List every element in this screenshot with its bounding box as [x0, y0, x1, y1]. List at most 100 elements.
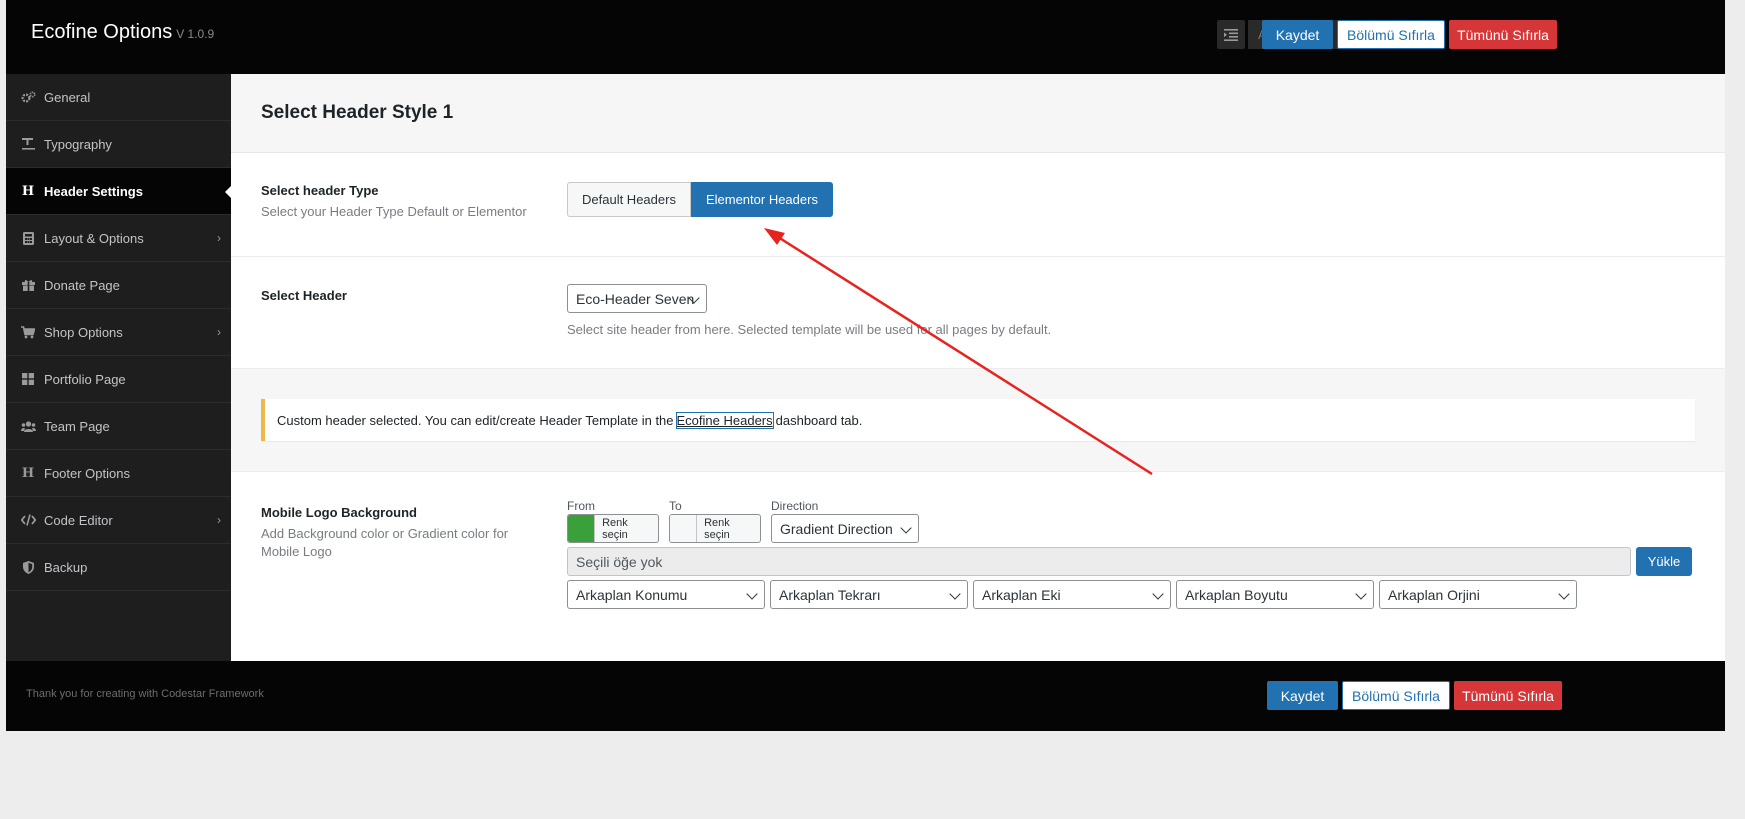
top-header-bar: Ecofine OptionsV 1.0.9 Kaydet Bölümü Sıf… — [6, 0, 1725, 74]
field-label: Mobile Logo Background — [261, 505, 417, 520]
field-label: Select header Type — [261, 183, 379, 198]
sidebar-item-label: Portfolio Page — [44, 371, 126, 387]
sidebar-item-typography[interactable]: Typography — [6, 121, 231, 168]
chevron-down-icon — [1152, 588, 1164, 600]
expand-all-button[interactable] — [1217, 20, 1245, 49]
upload-button[interactable]: Yükle — [1636, 547, 1692, 576]
direction-label: Direction — [771, 499, 819, 513]
field-select-header: Select Header Eco-Header Seven Select si… — [231, 257, 1725, 369]
calculator-icon — [20, 230, 36, 246]
chevron-down-icon — [1558, 588, 1570, 600]
sidebar-item-code-editor[interactable]: Code Editor › — [6, 497, 231, 544]
sidebar-item-label: Team Page — [44, 418, 110, 434]
default-headers-button[interactable]: Default Headers — [567, 182, 691, 217]
notice-text: Custom header selected. You can edit/cre… — [277, 412, 674, 428]
heading-icon: H — [21, 465, 35, 481]
page-title: Select Header Style 1 — [261, 102, 454, 123]
app-title-text: Ecofine Options — [31, 21, 173, 43]
save-button[interactable]: Kaydet — [1262, 20, 1333, 49]
header-select-value: Eco-Header Seven — [576, 290, 695, 307]
sidebar-item-backup[interactable]: Backup — [6, 544, 231, 591]
background-attachment-select[interactable]: Arkaplan Eki — [973, 580, 1171, 609]
background-image-value: Seçili öğe yok — [576, 553, 663, 570]
sidebar-item-label: Typography — [44, 136, 112, 152]
sidebar-item-label: Code Editor — [44, 512, 113, 528]
sidebar-item-team-page[interactable]: Team Page — [6, 403, 231, 450]
sidebar-item-label: Donate Page — [44, 277, 120, 293]
to-color-swatch — [670, 515, 698, 542]
reset-all-button[interactable]: Tümünü Sıfırla — [1449, 20, 1557, 49]
header-select[interactable]: Eco-Header Seven — [567, 284, 707, 313]
select-value: Arkaplan Konumu — [576, 586, 688, 603]
chevron-down-icon — [1355, 588, 1367, 600]
sidebar-item-general[interactable]: General — [6, 74, 231, 121]
users-icon — [20, 418, 36, 434]
gradient-direction-value: Gradient Direction — [780, 520, 893, 537]
shield-icon — [20, 559, 36, 575]
cart-icon — [20, 324, 36, 340]
field-label: Select Header — [261, 288, 347, 303]
from-color-picker[interactable]: Renk seçin — [567, 514, 659, 543]
sidebar-item-donate-page[interactable]: Donate Page — [6, 262, 231, 309]
code-icon — [20, 512, 36, 528]
background-origin-select[interactable]: Arkaplan Orjini — [1379, 580, 1577, 609]
header-type-button-group: Default Headers Elementor Headers — [567, 182, 833, 217]
chevron-right-icon: › — [217, 231, 221, 245]
field-header-type: Select header Type Select your Header Ty… — [231, 153, 1725, 257]
grid-icon — [20, 371, 36, 387]
sidebar-item-header-settings[interactable]: H Header Settings — [6, 168, 231, 215]
sidebar-nav: General Typography H Header Settings Lay… — [6, 74, 231, 661]
footer-reset-section-button[interactable]: Bölümü Sıfırla — [1342, 681, 1450, 710]
select-value: Arkaplan Boyutu — [1185, 586, 1288, 603]
ecofine-headers-link[interactable]: Ecofine Headers — [675, 411, 774, 429]
gradient-direction-select[interactable]: Gradient Direction — [771, 514, 919, 543]
footer-save-button[interactable]: Kaydet — [1267, 681, 1338, 710]
chevron-down-icon — [900, 522, 912, 534]
sidebar-item-label: Backup — [44, 559, 88, 575]
chevron-right-icon: › — [217, 325, 221, 339]
field-description: Select your Header Type Default or Eleme… — [261, 204, 527, 219]
from-color-swatch — [568, 515, 596, 542]
field-description: Add Background color or Gradient color f… — [261, 526, 509, 559]
pick-color-label: Renk seçin — [704, 516, 730, 541]
section-header: Select Header Style 1 — [231, 74, 1725, 153]
reset-section-button[interactable]: Bölümü Sıfırla — [1337, 20, 1445, 49]
list-indent-icon — [1224, 28, 1238, 41]
chevron-down-icon — [949, 588, 961, 600]
main-content: Select Header Style 1 Select header Type… — [231, 74, 1725, 661]
options-panel: Ecofine OptionsV 1.0.9 Kaydet Bölümü Sıf… — [6, 0, 1725, 731]
footer-bar: Thank you for creating with Codestar Fra… — [6, 661, 1725, 731]
text-icon — [20, 136, 36, 152]
field-notice: Custom header selected. You can edit/cre… — [231, 369, 1725, 472]
elementor-headers-button[interactable]: Elementor Headers — [690, 182, 833, 217]
from-label: From — [567, 499, 595, 513]
pick-color-label: Renk seçin — [602, 516, 628, 541]
sidebar-item-layout-options[interactable]: Layout & Options › — [6, 215, 231, 262]
footer-credit: Thank you for creating with Codestar Fra… — [26, 688, 264, 700]
select-value: Arkaplan Eki — [982, 586, 1061, 603]
heading-icon: H — [21, 183, 35, 199]
sidebar-item-label: Header Settings — [44, 183, 143, 199]
app-title: Ecofine Options V 1.0.9 — [31, 21, 214, 44]
background-size-select[interactable]: Arkaplan Boyutu — [1176, 580, 1374, 609]
chevron-down-icon — [746, 588, 758, 600]
app-version: V 1.0.9 — [176, 27, 215, 41]
field-description: Select site header from here. Selected t… — [567, 322, 1052, 337]
background-position-select[interactable]: Arkaplan Konumu — [567, 580, 765, 609]
background-image-field[interactable]: Seçili öğe yok — [567, 547, 1631, 576]
chevron-right-icon: › — [217, 513, 221, 527]
select-value: Arkaplan Orjini — [1388, 586, 1480, 603]
field-mobile-logo-background: Mobile Logo Background Add Background co… — [231, 472, 1725, 661]
sidebar-item-label: Footer Options — [44, 465, 130, 481]
sidebar-item-label: Shop Options — [44, 324, 123, 340]
sidebar-item-footer-options[interactable]: H Footer Options — [6, 450, 231, 497]
sidebar-item-portfolio-page[interactable]: Portfolio Page — [6, 356, 231, 403]
gears-icon — [20, 89, 36, 105]
gift-icon — [20, 277, 36, 293]
notice-text-after: dashboard tab. — [775, 412, 863, 428]
footer-reset-all-button[interactable]: Tümünü Sıfırla — [1454, 681, 1562, 710]
select-value: Arkaplan Tekrarı — [779, 586, 881, 603]
sidebar-item-shop-options[interactable]: Shop Options › — [6, 309, 231, 356]
to-color-picker[interactable]: Renk seçin — [669, 514, 761, 543]
background-repeat-select[interactable]: Arkaplan Tekrarı — [770, 580, 968, 609]
